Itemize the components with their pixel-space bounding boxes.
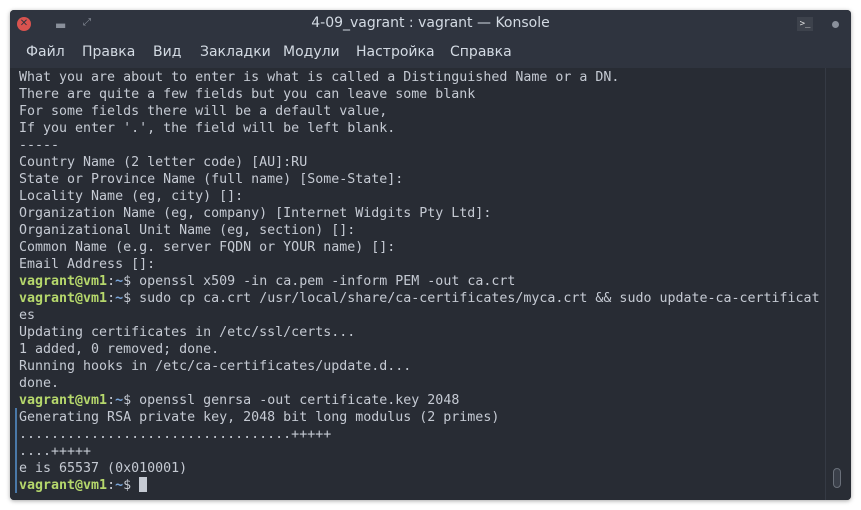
output-line: Organization Name (eg, company) [Interne…	[19, 205, 820, 222]
line-text: ..................................+++++	[19, 427, 332, 442]
output-line: 1 added, 0 removed; done.	[19, 341, 820, 358]
line-text: openssl x509 -in ca.pem -inform PEM -out…	[139, 274, 516, 289]
prompt-line: vagrant@vm1:~$ openssl x509 -in ca.pem -…	[19, 273, 820, 290]
line-text: For some fields there will be a default …	[19, 104, 388, 119]
line-text: Country Name (2 letter code) [AU]:RU	[19, 155, 308, 170]
text-cursor	[139, 477, 148, 492]
line-text: Email Address []:	[19, 257, 156, 272]
terminal-icon[interactable]: >_	[797, 17, 813, 31]
prompt-user-host: vagrant@vm1	[19, 291, 108, 306]
menu-bar: Файл Правка Вид Закладки Модули Настройк…	[10, 38, 851, 68]
output-line: ....+++++	[19, 443, 820, 460]
output-line: es	[19, 307, 820, 324]
prompt-path: ~	[115, 393, 124, 408]
prompt-line: vagrant@vm1:~$ sudo cp ca.crt /usr/local…	[19, 290, 820, 307]
prompt-line: vagrant@vm1:~$	[19, 477, 820, 494]
konsole-window: ✕ ▬ ⤢ 4-09_vagrant : vagrant — Konsole >…	[10, 10, 851, 500]
output-line: ..................................+++++	[19, 426, 820, 443]
terminal-lines: What you are about to enter is what is c…	[19, 69, 820, 494]
output-line: Email Address []:	[19, 256, 820, 273]
line-text: Updating certificates in /etc/ssl/certs.…	[19, 325, 356, 340]
output-marker	[15, 408, 17, 493]
prompt-line: vagrant@vm1:~$ openssl genrsa -out certi…	[19, 392, 820, 409]
output-line: State or Province Name (full name) [Some…	[19, 171, 820, 188]
line-text: openssl genrsa -out certificate.key 2048	[139, 393, 460, 408]
scrollbar[interactable]	[825, 68, 851, 500]
prompt-sigil: $	[123, 478, 140, 493]
prompt-user-host: vagrant@vm1	[19, 274, 108, 289]
prompt-separator: :	[107, 291, 116, 306]
line-text: Common Name (e.g. server FQDN or YOUR na…	[19, 240, 396, 255]
terminal-output[interactable]: What you are about to enter is what is c…	[10, 68, 825, 500]
menu-help[interactable]: Справка	[450, 44, 512, 60]
output-line: If you enter '.', the field will be left…	[19, 120, 820, 137]
window-title: 4-09_vagrant : vagrant — Konsole	[311, 15, 550, 31]
scrollbar-thumb[interactable]	[833, 468, 841, 488]
prompt-separator: :	[107, 274, 116, 289]
output-line: For some fields there will be a default …	[19, 103, 820, 120]
line-text: What you are about to enter is what is c…	[19, 70, 620, 85]
menu-settings[interactable]: Настройка	[356, 44, 435, 60]
output-line: Running hooks in /etc/ca-certificates/up…	[19, 358, 820, 375]
line-text: es	[19, 308, 36, 323]
line-text: There are quite a few fields but you can…	[19, 87, 476, 102]
line-text: 1 added, 0 removed; done.	[19, 342, 220, 357]
prompt-sigil: $	[123, 274, 140, 289]
prompt-user-host: vagrant@vm1	[19, 393, 108, 408]
prompt-separator: :	[107, 393, 116, 408]
prompt-sigil: $	[123, 291, 140, 306]
line-text: Generating RSA private key, 2048 bit lon…	[19, 410, 500, 425]
menu-edit[interactable]: Правка	[82, 44, 135, 60]
line-text: done.	[19, 376, 60, 391]
prompt-path: ~	[115, 478, 124, 493]
menu-view[interactable]: Вид	[153, 44, 181, 60]
line-text: ....+++++	[19, 444, 92, 459]
output-line: Generating RSA private key, 2048 bit lon…	[19, 409, 820, 426]
line-text: Organizational Unit Name (eg, section) […	[19, 223, 356, 238]
prompt-user-host: vagrant@vm1	[19, 478, 108, 493]
line-text: If you enter '.', the field will be left…	[19, 121, 396, 136]
line-text: e is 65537 (0x010001)	[19, 461, 188, 476]
output-line: Updating certificates in /etc/ssl/certs.…	[19, 324, 820, 341]
line-text: Locality Name (eg, city) []:	[19, 189, 244, 204]
line-text: sudo cp ca.crt /usr/local/share/ca-certi…	[139, 291, 820, 306]
title-bar: ✕ ▬ ⤢ 4-09_vagrant : vagrant — Konsole >…	[10, 10, 851, 38]
line-text: Organization Name (eg, company) [Interne…	[19, 206, 492, 221]
line-text: State or Province Name (full name) [Some…	[19, 172, 404, 187]
output-line: Organizational Unit Name (eg, section) […	[19, 222, 820, 239]
output-line: There are quite a few fields but you can…	[19, 86, 820, 103]
output-line: What you are about to enter is what is c…	[19, 69, 820, 86]
keep-above-button[interactable]	[832, 21, 839, 28]
line-text: -----	[19, 138, 60, 153]
menu-bookmarks[interactable]: Закладки	[200, 44, 271, 60]
output-line: Common Name (e.g. server FQDN or YOUR na…	[19, 239, 820, 256]
menu-file[interactable]: Файл	[26, 44, 65, 60]
output-line: e is 65537 (0x010001)	[19, 460, 820, 477]
prompt-sigil: $	[123, 393, 140, 408]
prompt-path: ~	[115, 291, 124, 306]
output-line: done.	[19, 375, 820, 392]
menu-plugins[interactable]: Модули	[283, 44, 340, 60]
prompt-separator: :	[107, 478, 116, 493]
output-line: Locality Name (eg, city) []:	[19, 188, 820, 205]
output-line: -----	[19, 137, 820, 154]
line-text: Running hooks in /etc/ca-certificates/up…	[19, 359, 412, 374]
prompt-path: ~	[115, 274, 124, 289]
output-line: Country Name (2 letter code) [AU]:RU	[19, 154, 820, 171]
